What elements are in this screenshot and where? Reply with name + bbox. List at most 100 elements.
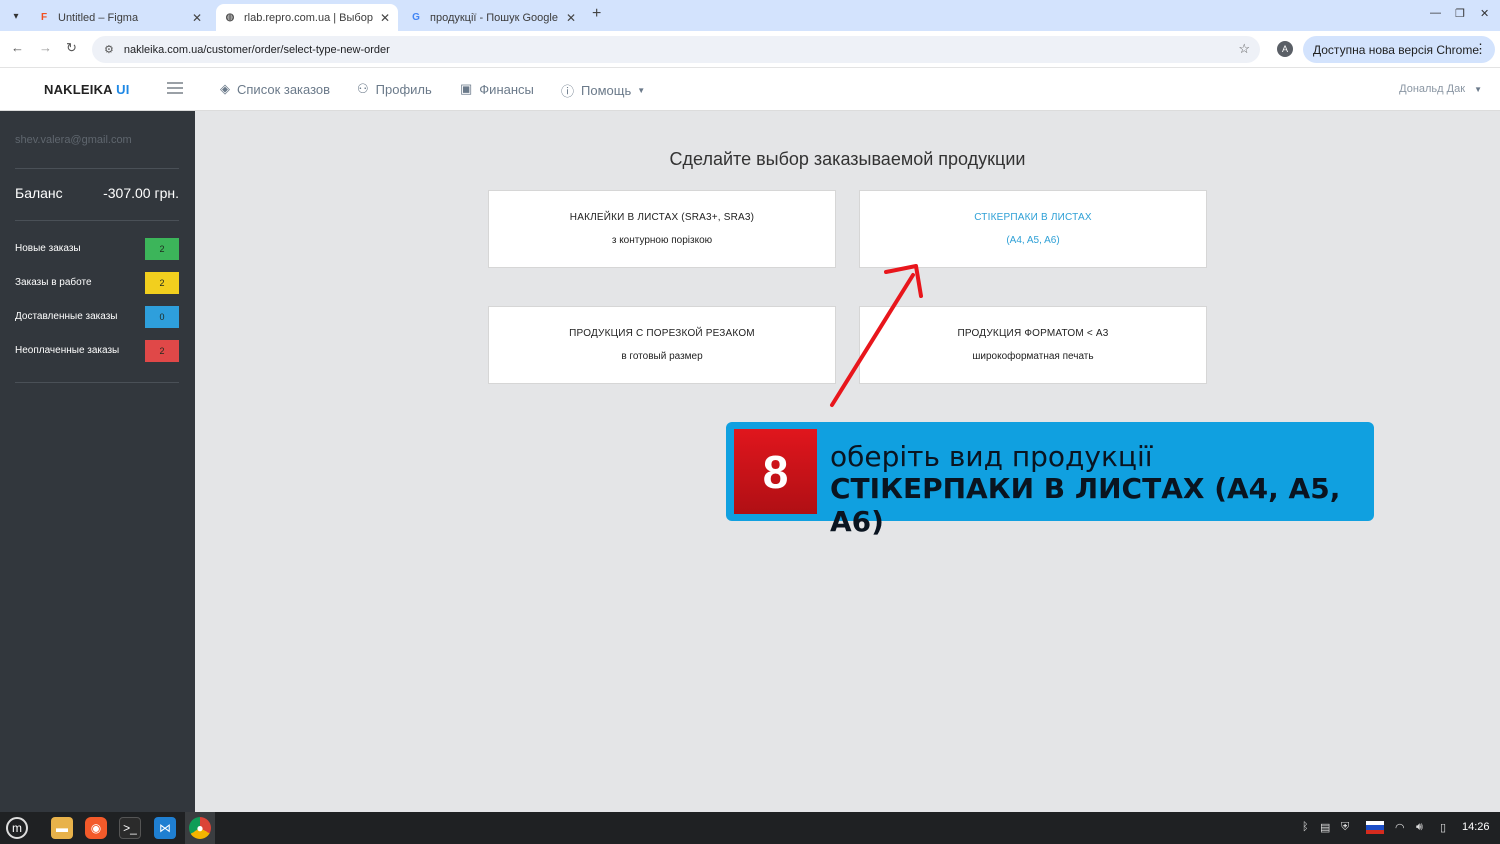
globe-icon: ◍	[225, 12, 235, 23]
user-email: shev.valera@gmail.com	[15, 134, 132, 146]
sidebar-item-in-progress[interactable]: Заказы в работе 2	[15, 272, 179, 294]
profile-avatar[interactable]: A	[1277, 41, 1293, 57]
balance-value: -307.00 грн.	[103, 185, 179, 201]
card-title: СТІКЕРПАКИ В ЛИСТАХ	[974, 212, 1092, 223]
nav-finance[interactable]: ▣ Финансы	[460, 81, 534, 97]
count-badge: 2	[145, 340, 179, 362]
volume-icon[interactable]: 🔊︎	[1416, 821, 1423, 834]
tab-title: Untitled – Figma	[58, 11, 139, 24]
callout-line2: СТІКЕРПАКИ В ЛИСТАХ (A4, A5, A6)	[830, 472, 1341, 538]
tab-title: продукції - Пошук Google	[430, 11, 558, 24]
sidebar-item-label: Доставленные заказы	[15, 311, 118, 322]
card-subtitle: з контурною порізкою	[611, 235, 713, 246]
nav-finance-label: Финансы	[479, 81, 534, 97]
url-input[interactable]: ⚙ nakleika.com.ua/customer/order/select-…	[92, 36, 1260, 63]
product-card-cutter[interactable]: ПРОДУКЦИЯ С ПОРЕЗКОЙ РЕЗАКОМ в готовый р…	[488, 306, 836, 384]
sidebar-item-new-orders[interactable]: Новые заказы 2	[15, 238, 179, 260]
chrome-update-button[interactable]: Доступна нова версія Chrome ⋮	[1303, 36, 1495, 63]
wallet-icon: ▣	[460, 81, 473, 96]
sidebar-item-label: Неоплаченные заказы	[15, 345, 120, 356]
product-card-stickers-sra3[interactable]: НАКЛЕЙКИ В ЛИСТАХ (SRA3+, SRA3) з контур…	[488, 190, 836, 268]
page-title: Сделайте выбор заказываемой продукции	[669, 149, 1026, 169]
nav-profile-label: Профиль	[375, 81, 432, 97]
balance-label: Баланс	[15, 185, 63, 201]
mint-menu-icon[interactable]: m	[6, 817, 28, 839]
product-card-stickerpacks[interactable]: СТІКЕРПАКИ В ЛИСТАХ (A4, A5, A6)	[859, 190, 1207, 268]
tab-nakleika[interactable]: ◍ rlab.repro.com.ua | Выбор т... ✕	[216, 4, 398, 31]
card-title: ПРОДУКЦИЯ С ПОРЕЗКОЙ РЕЗАКОМ	[569, 328, 755, 339]
address-bar-row: ← → ↻ ⚙ nakleika.com.ua/customer/order/s…	[0, 31, 1500, 68]
site-settings-icon[interactable]: ⚙	[104, 43, 114, 56]
count-badge: 0	[145, 306, 179, 328]
tutorial-callout: 8 оберіть вид продукції СТІКЕРПАКИ В ЛИС…	[726, 422, 1374, 538]
help-circle-icon: ⓘ	[561, 84, 575, 99]
tab-strip: ▾ F Untitled – Figma ✕ ◍ rlab.repro.com.…	[0, 0, 1500, 31]
count-badge: 2	[145, 238, 179, 260]
divider	[15, 220, 179, 221]
close-icon[interactable]: ✕	[566, 11, 576, 25]
nav-profile[interactable]: ⚇ Профиль	[357, 81, 432, 97]
terminal-icon[interactable]: >_	[119, 817, 141, 839]
card-title: НАКЛЕЙКИ В ЛИСТАХ (SRA3+, SRA3)	[569, 212, 755, 223]
nav-orders[interactable]: ◈ Список заказов	[220, 81, 330, 97]
bookmark-star-icon[interactable]: ☆	[1238, 41, 1250, 57]
close-icon[interactable]: ✕	[380, 11, 390, 25]
notification-icon[interactable]: ▯	[1440, 821, 1446, 834]
card-subtitle: (A4, A5, A6)	[1006, 235, 1060, 246]
sidebar-item-label: Новые заказы	[15, 243, 81, 254]
restore-icon[interactable]: ❐	[1455, 7, 1465, 20]
tab-google[interactable]: G продукції - Пошук Google ✕	[402, 4, 584, 31]
clock[interactable]: 14:26	[1462, 821, 1490, 833]
brand-name: NAKLEIKA	[44, 82, 113, 97]
close-window-icon[interactable]: ✕	[1480, 7, 1489, 20]
shield-icon[interactable]: ⛨	[1341, 821, 1349, 834]
google-icon: G	[412, 12, 420, 23]
more-menu-icon[interactable]: ⋮	[1474, 41, 1487, 57]
card-subtitle: в готовый размер	[621, 351, 703, 362]
user-name: Дональд Дак	[1399, 83, 1466, 95]
new-tab-button[interactable]: +	[592, 5, 601, 23]
nav-help-label: Помощь	[581, 83, 632, 98]
user-gear-icon: ⚇	[357, 81, 369, 96]
sidebar: shev.valera@gmail.com Баланс -307.00 грн…	[0, 111, 195, 812]
reload-icon[interactable]: ↻	[66, 40, 77, 56]
layers-icon: ◈	[220, 81, 230, 96]
brand-suffix: UI	[116, 82, 130, 97]
minimize-icon[interactable]: —	[1430, 7, 1441, 19]
card-title: ПРОДУКЦИЯ ФОРМАТОМ < A3	[957, 328, 1109, 339]
sidebar-item-delivered[interactable]: Доставленные заказы 0	[15, 306, 179, 328]
vscode-icon[interactable]: ⋈	[154, 817, 176, 839]
firefox-icon[interactable]: ◉	[85, 817, 107, 839]
step-number: 8	[734, 429, 817, 514]
tab-title: rlab.repro.com.ua | Выбор т...	[244, 11, 374, 24]
wifi-icon[interactable]: ◠	[1395, 821, 1405, 834]
count-badge: 2	[145, 272, 179, 294]
product-card-wideformat[interactable]: ПРОДУКЦИЯ ФОРМАТОМ < A3 широкоформатная …	[859, 306, 1207, 384]
keyboard-layout-flag-icon[interactable]	[1366, 821, 1384, 834]
figma-icon: F	[40, 12, 48, 23]
tab-search-icon[interactable]: ▾	[6, 6, 26, 26]
clipboard-icon[interactable]: ▤	[1320, 821, 1330, 834]
divider	[15, 168, 179, 169]
files-icon[interactable]: ▬	[51, 817, 73, 839]
hamburger-menu-icon[interactable]	[167, 79, 183, 94]
nav-help[interactable]: ⓘ Помощь ▼	[561, 81, 645, 100]
taskbar: m ▬ ◉ >_ ⋈ ● ᛒ ▤ ⛨ ◠ 🔊︎ ▯ 14:26	[0, 812, 1500, 844]
user-menu[interactable]: Дональд Дак ▼	[1399, 83, 1482, 95]
close-icon[interactable]: ✕	[192, 11, 202, 25]
forward-icon[interactable]: →	[39, 40, 52, 55]
app-header: NAKLEIKA UI ◈ Список заказов ⚇ Профиль ▣…	[0, 68, 1500, 111]
tab-figma[interactable]: F Untitled – Figma ✕	[30, 4, 210, 31]
url-text: nakleika.com.ua/customer/order/select-ty…	[123, 43, 390, 56]
callout-line1: оберіть вид продукції	[830, 440, 1153, 473]
nav-orders-label: Список заказов	[237, 81, 331, 97]
bluetooth-icon[interactable]: ᛒ	[1302, 821, 1309, 833]
chevron-down-icon: ▼	[1474, 85, 1482, 94]
chrome-icon[interactable]: ●	[189, 817, 211, 839]
divider	[15, 382, 179, 383]
chevron-down-icon: ▼	[637, 86, 646, 95]
back-icon[interactable]: ←	[11, 40, 24, 55]
brand-logo[interactable]: NAKLEIKA UI	[44, 82, 130, 97]
sidebar-item-unpaid[interactable]: Неоплаченные заказы 2	[15, 340, 179, 362]
card-subtitle: широкоформатная печать	[972, 351, 1094, 362]
